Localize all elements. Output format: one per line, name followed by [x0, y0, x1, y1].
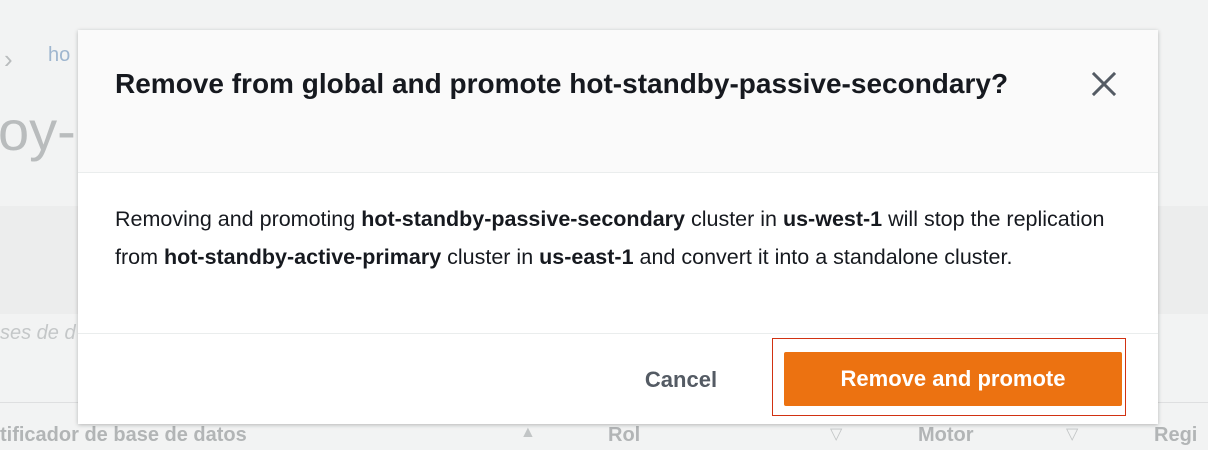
dialog-header: Remove from global and promote hot-stand… — [78, 30, 1158, 173]
region-name: us-east-1 — [539, 245, 634, 269]
filter-input: ses de d — [0, 322, 76, 344]
dialog-message: Removing and promoting hot-standby-passi… — [115, 200, 1125, 276]
close-button[interactable] — [1086, 66, 1122, 102]
breadcrumb-link: ho — [48, 44, 71, 66]
cluster-name: hot-standby-active-primary — [163, 245, 442, 269]
message-text: and convert it into a standalone cluster… — [633, 245, 1013, 269]
column-header-role: Rol — [608, 424, 641, 446]
sort-descending-icon: ▽ — [1066, 426, 1079, 443]
column-header-db-identifier: tificador de base de datos — [0, 424, 247, 446]
message-text: cluster in — [684, 207, 783, 231]
promote-dialog: Remove from global and promote hot-stand… — [78, 30, 1158, 424]
column-header-region: Regi — [1154, 424, 1198, 446]
region-name: us-west-1 — [782, 207, 883, 231]
dialog-title: Remove from global and promote hot-stand… — [115, 68, 1009, 99]
sort-descending-icon: ▽ — [830, 426, 843, 443]
footer-divider — [78, 333, 1158, 334]
message-text: cluster in — [441, 245, 540, 269]
cluster-name: hot-standby-passive-secondary — [361, 207, 685, 231]
column-header-engine: Motor — [918, 424, 974, 446]
close-icon — [1091, 71, 1117, 97]
message-text: Removing and promoting — [115, 207, 362, 231]
cancel-button[interactable]: Cancel — [618, 358, 744, 402]
remove-and-promote-button[interactable]: Remove and promote — [784, 352, 1122, 406]
sort-ascending-icon: ▲ — [520, 424, 536, 441]
breadcrumb-chevron-icon: › — [4, 44, 13, 74]
